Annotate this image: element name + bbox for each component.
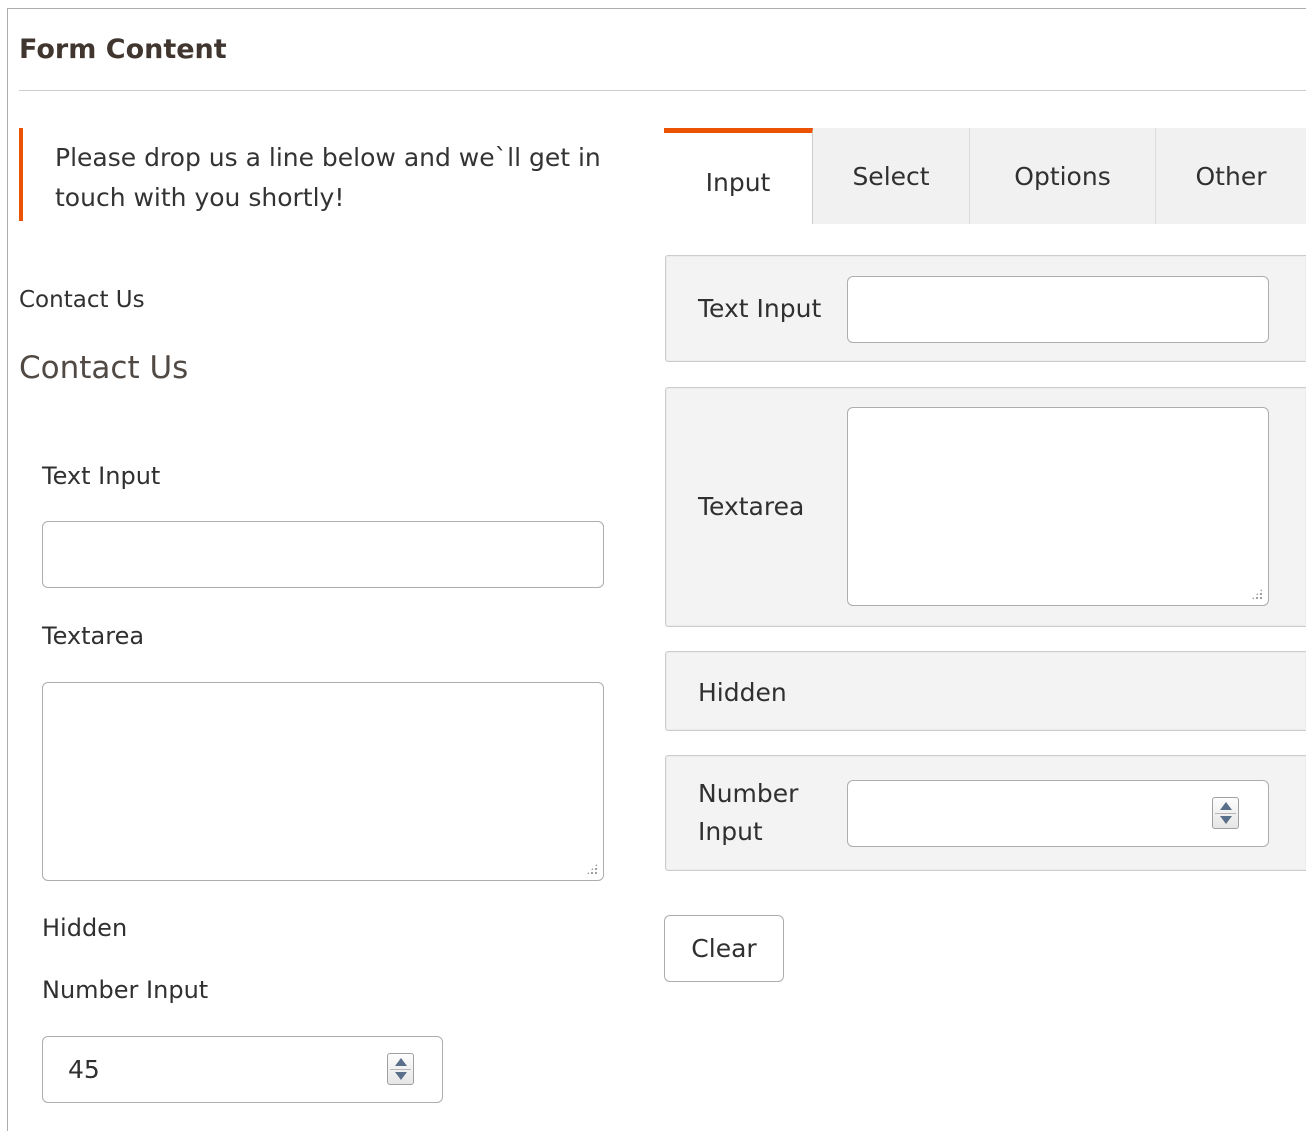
form-name-label: Contact Us <box>19 287 145 313</box>
tab-other[interactable]: Other <box>1156 128 1306 224</box>
resize-grip-icon[interactable] <box>1251 588 1263 600</box>
section-title: Form Content <box>19 34 227 65</box>
field-label: Textarea <box>698 492 805 521</box>
field-label: Hidden <box>698 678 787 707</box>
tab-label: Input <box>705 168 771 197</box>
notice-text: Please drop us a line below and we`ll ge… <box>55 143 601 212</box>
preview-textarea-label: Textarea <box>42 622 145 650</box>
number-input-value: 45 <box>68 1055 100 1084</box>
preview-text-input-label: Text Input <box>42 462 161 490</box>
field-label: Number Input <box>698 779 799 846</box>
field-number-input[interactable]: Number Input <box>665 755 1306 871</box>
spinner-arrows-icon[interactable] <box>1212 797 1239 829</box>
field-textarea-box[interactable] <box>847 407 1269 606</box>
tab-label: Other <box>1195 161 1267 191</box>
tab-select[interactable]: Select <box>813 128 970 224</box>
tab-label: Select <box>852 161 930 191</box>
tab-options[interactable]: Options <box>970 128 1156 224</box>
field-text-input-box[interactable] <box>847 276 1269 343</box>
preview-text-input[interactable] <box>42 521 604 588</box>
preview-number-input[interactable]: 45 <box>42 1036 443 1103</box>
field-hidden[interactable]: Hidden <box>665 651 1306 731</box>
preview-hidden-label: Hidden <box>42 914 128 942</box>
field-text-input[interactable]: Text Input <box>665 255 1306 362</box>
clear-button[interactable]: Clear <box>664 915 784 982</box>
field-textarea[interactable]: Textarea <box>665 387 1306 627</box>
form-heading: Contact Us <box>19 350 189 386</box>
preview-textarea[interactable] <box>42 682 604 881</box>
field-label: Text Input <box>698 294 822 323</box>
field-type-tabs: Input Select Options Other <box>664 128 1306 224</box>
spinner-arrows-icon[interactable] <box>387 1053 414 1085</box>
title-divider <box>19 90 1306 91</box>
preview-number-input-label: Number Input <box>42 976 209 1004</box>
notice-message: Please drop us a line below and we`ll ge… <box>19 128 667 221</box>
tab-label: Options <box>1014 161 1111 191</box>
resize-grip-icon[interactable] <box>586 863 598 875</box>
field-number-input-box[interactable] <box>847 780 1269 847</box>
tab-input[interactable]: Input <box>664 128 813 224</box>
